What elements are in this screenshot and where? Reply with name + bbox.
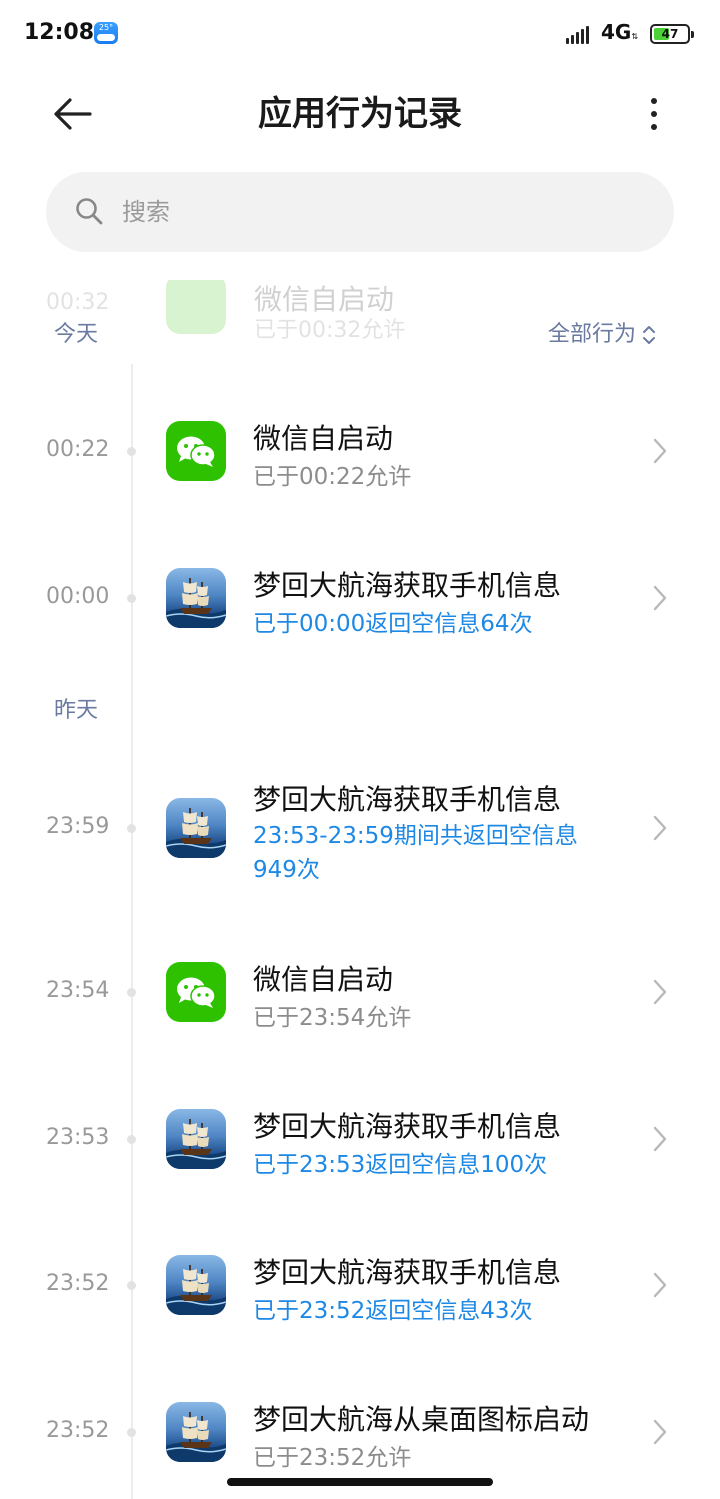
chevron-right-icon xyxy=(650,1417,670,1447)
timeline-line xyxy=(131,364,133,1499)
weather-icon: 25° xyxy=(94,22,118,44)
record-time: 00:00 xyxy=(46,584,110,609)
ship-game-app-icon xyxy=(166,1255,226,1315)
timeline-dot xyxy=(127,1428,136,1437)
record-time: 23:53 xyxy=(46,1125,110,1150)
record-subtitle: 已于00:22允许 xyxy=(253,464,412,490)
signal-icon xyxy=(566,26,594,44)
section-yesterday: 昨天 xyxy=(54,698,99,723)
record-time: 23:52 xyxy=(46,1418,110,1443)
search-input[interactable] xyxy=(122,192,622,232)
more-vertical-icon xyxy=(651,98,657,104)
more-options-button[interactable] xyxy=(636,94,672,134)
record-title: 梦回大航海获取手机信息 xyxy=(253,1110,562,1143)
battery-icon: 47 xyxy=(650,24,694,44)
wechat-app-icon xyxy=(166,962,226,1022)
record-time: 00:22 xyxy=(46,437,110,462)
ship-game-app-icon xyxy=(166,1109,226,1169)
wechat-app-icon xyxy=(166,421,226,481)
scrolled-row-time: 00:32 xyxy=(46,290,110,315)
record-subtitle: 已于23:52允许 xyxy=(253,1445,412,1471)
home-indicator[interactable] xyxy=(227,1478,493,1486)
chevron-right-icon xyxy=(650,1270,670,1300)
record-title: 梦回大航海获取手机信息 xyxy=(253,783,562,816)
ship-game-app-icon xyxy=(166,798,226,858)
battery-level: 47 xyxy=(661,27,679,41)
scrolled-row-subtitle: 已于00:32允许 xyxy=(254,318,406,340)
chevron-right-icon xyxy=(650,1124,670,1154)
wechat-icon xyxy=(166,280,226,334)
chevron-right-icon xyxy=(650,436,670,466)
chevron-right-icon xyxy=(650,813,670,843)
section-today: 今天 xyxy=(54,322,99,347)
record-subtitle-line2: 949次 xyxy=(253,857,320,883)
record-subtitle: 已于23:53返回空信息100次 xyxy=(253,1152,548,1178)
page-title: 应用行为记录 xyxy=(258,94,462,134)
filter-dropdown[interactable]: 全部行为 xyxy=(548,316,656,348)
ship-game-app-icon xyxy=(166,1402,226,1462)
search-icon xyxy=(76,198,103,225)
ship-game-app-icon xyxy=(166,568,226,628)
timeline-dot xyxy=(127,1135,136,1144)
record-time: 23:59 xyxy=(46,814,110,839)
chevron-right-icon xyxy=(650,977,670,1007)
record-time: 23:54 xyxy=(46,978,110,1003)
filter-label: 全部行为 xyxy=(548,322,637,347)
record-title: 梦回大航海获取手机信息 xyxy=(253,1256,562,1289)
record-subtitle: 23:53-23:59期间共返回空信息 xyxy=(253,823,578,849)
status-time: 12:08 xyxy=(24,20,95,45)
chevron-right-icon xyxy=(650,583,670,613)
record-time: 23:52 xyxy=(46,1271,110,1296)
record-title: 微信自启动 xyxy=(253,963,394,996)
timeline-dot xyxy=(127,594,136,603)
record-title: 微信自启动 xyxy=(253,422,394,455)
weather-temp: 25° xyxy=(98,23,114,32)
timeline-dot xyxy=(127,1281,136,1290)
record-subtitle: 已于23:52返回空信息43次 xyxy=(253,1298,533,1324)
record-subtitle: 已于00:00返回空信息64次 xyxy=(253,611,533,637)
record-title: 梦回大航海从桌面图标启动 xyxy=(253,1403,590,1436)
record-title: 梦回大航海获取手机信息 xyxy=(253,569,562,602)
timeline-dot xyxy=(127,824,136,833)
status-bar: 12:08 25° 4G⇅ 47 xyxy=(0,0,720,66)
record-subtitle: 已于23:54允许 xyxy=(253,1005,412,1031)
chevron-updown-icon xyxy=(643,326,656,344)
network-type: 4G⇅ xyxy=(601,20,639,44)
timeline-dot xyxy=(127,447,136,456)
timeline-dot xyxy=(127,988,136,997)
